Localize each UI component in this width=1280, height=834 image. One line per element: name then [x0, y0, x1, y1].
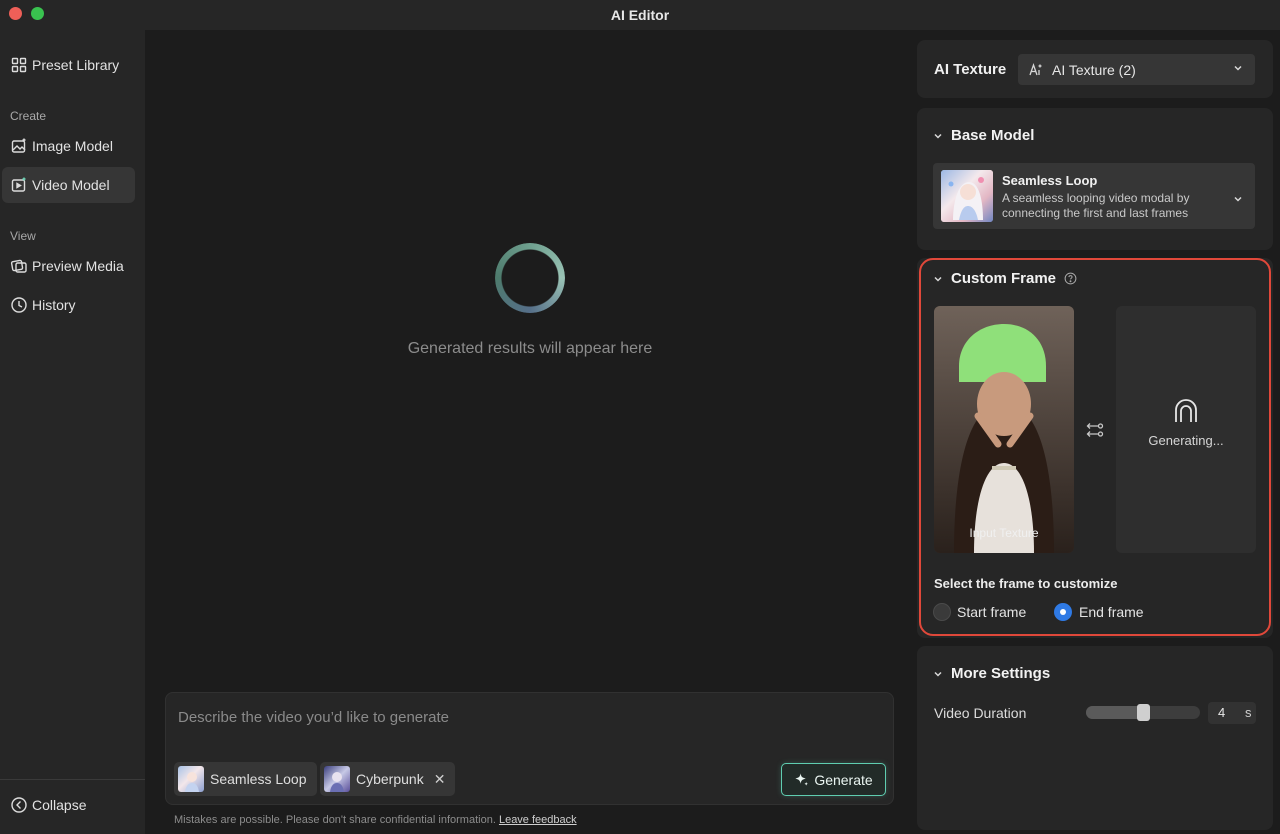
chevron-down-icon [934, 276, 942, 282]
chevron-down-icon [934, 133, 942, 139]
section-label-create: Create [10, 109, 47, 123]
more-settings-heading: More Settings [951, 665, 1051, 682]
sidebar-item-label: Image Model [32, 138, 113, 154]
sidebar-divider [0, 779, 145, 780]
results-area: Generated results will appear here Seaml… [145, 30, 915, 834]
model-description: A seamless looping video modal by connec… [1002, 191, 1190, 220]
duration-unit: s [1245, 705, 1252, 720]
base-model-header[interactable]: Base Model [933, 127, 1034, 144]
disclaimer: Mistakes are possible. Please don't shar… [174, 814, 577, 826]
model-thumbnail [941, 170, 993, 222]
base-model-card: Base Model Seamless Loop A seamless loop… [917, 108, 1273, 250]
sidebar-item-label: Video Model [32, 177, 110, 193]
chip-cyberpunk[interactable]: Cyberpunk ✕ [320, 762, 456, 796]
loading-spinner [495, 243, 565, 313]
chevron-down-icon [934, 671, 942, 677]
prompt-input[interactable] [178, 705, 878, 729]
sidebar-item-label: Preset Library [32, 57, 120, 73]
chevron-down-icon [1233, 191, 1243, 209]
frame-select-prompt: Select the frame to customize [934, 576, 1118, 591]
duration-value: 4 [1218, 705, 1226, 720]
more-settings-card: More Settings Video Duration [917, 646, 1273, 830]
help-icon[interactable] [1064, 272, 1077, 285]
ai-texture-select-value: AI Texture (2) [1052, 61, 1136, 78]
results-placeholder: Generated results will appear here [407, 340, 653, 357]
zoom-window-button[interactable] [31, 7, 44, 20]
sidebar-item-video-model[interactable]: Video Model [2, 167, 135, 203]
window-title: AI Editor [610, 7, 670, 23]
sidebar-item-label: Preview Media [32, 258, 124, 274]
sidebar: Preset Library Create Image Model Video … [0, 30, 145, 834]
base-model-select[interactable]: Seamless Loop A seamless looping video m… [933, 163, 1255, 229]
sparkle-icon [795, 773, 809, 786]
video-sparkle-icon [11, 177, 26, 192]
ai-texture-card: AI Texture AI Texture (2) [917, 40, 1273, 98]
end-frame-radio[interactable] [1054, 603, 1072, 621]
title-bar: AI Editor [0, 0, 1280, 30]
preview-media-icon [10, 259, 27, 273]
input-texture-label: Input Texture [969, 526, 1039, 540]
slider-handle[interactable] [1137, 704, 1150, 721]
model-name: Seamless Loop [1002, 173, 1098, 188]
collapse-button[interactable]: Collapse [2, 787, 135, 823]
prompt-composer: Seamless Loop Cyberpunk ✕ Generate [165, 692, 894, 805]
close-icon[interactable]: ✕ [434, 771, 446, 788]
start-frame-label[interactable]: Start frame [957, 604, 1026, 620]
video-duration-input[interactable]: 4 s [1208, 702, 1256, 724]
more-settings-header[interactable]: More Settings [933, 665, 1050, 682]
sidebar-item-label: History [32, 297, 76, 313]
sidebar-item-preview-media[interactable]: Preview Media [2, 248, 135, 284]
ai-texture-select[interactable]: AI Texture (2) [1018, 54, 1255, 85]
ai-texture-title: AI Texture [934, 61, 1007, 78]
chip-label: Seamless Loop [210, 771, 307, 787]
chevron-left-circle-icon [11, 797, 27, 813]
generate-label: Generate [814, 771, 873, 788]
video-duration-slider[interactable] [1086, 704, 1200, 721]
section-label-view: View [10, 229, 36, 243]
chip-seamless-loop[interactable]: Seamless Loop [174, 762, 317, 796]
slider-fill [1086, 706, 1144, 719]
sidebar-item-history[interactable]: History [2, 287, 135, 323]
grid-icon [11, 57, 27, 73]
base-model-heading: Base Model [951, 127, 1035, 144]
image-sparkle-icon [11, 138, 26, 153]
sidebar-item-image-model[interactable]: Image Model [2, 128, 135, 164]
chevron-down-icon [1233, 63, 1243, 76]
sidebar-item-preset-library[interactable]: Preset Library [2, 47, 135, 83]
seamless-loop-thumbnail [178, 766, 204, 792]
cyberpunk-thumbnail [324, 766, 350, 792]
ai-texture-icon [1029, 62, 1042, 75]
custom-frame-heading: Custom Frame [951, 270, 1057, 287]
clock-icon [11, 297, 27, 313]
video-duration-label: Video Duration [934, 705, 1027, 721]
start-frame-radio[interactable] [933, 603, 951, 621]
generating-status: Generating... [1148, 433, 1224, 448]
swap-frames-icon[interactable] [1085, 420, 1105, 440]
arch-icon [1175, 399, 1197, 422]
collapse-label: Collapse [32, 797, 87, 813]
end-frame-placeholder[interactable]: Generating... [1116, 306, 1256, 553]
input-texture-image [934, 306, 1074, 553]
close-window-button[interactable] [9, 7, 22, 20]
leave-feedback-link[interactable]: Leave feedback [499, 814, 577, 826]
generate-button[interactable]: Generate [781, 763, 886, 796]
input-texture-frame[interactable]: Input Texture [934, 306, 1074, 553]
chip-label: Cyberpunk [356, 771, 424, 787]
disclaimer-text: Mistakes are possible. Please don't shar… [174, 814, 496, 826]
end-frame-label[interactable]: End frame [1079, 604, 1144, 620]
custom-frame-header[interactable]: Custom Frame [933, 270, 1077, 287]
